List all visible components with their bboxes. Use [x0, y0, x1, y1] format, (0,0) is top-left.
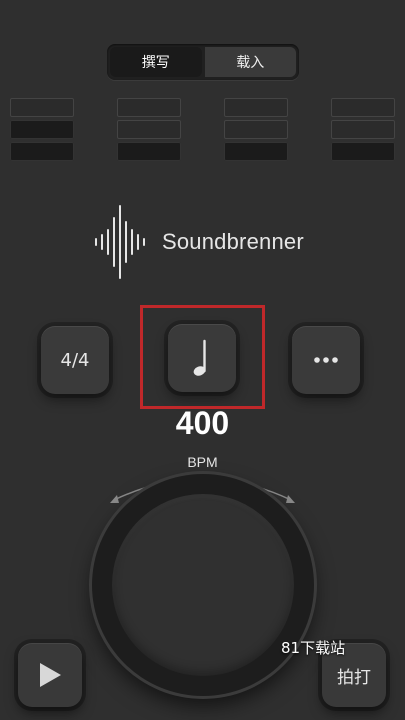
brand-name: Soundbrenner: [162, 229, 304, 254]
beat-cell[interactable]: [117, 142, 181, 161]
beat-cell[interactable]: [331, 142, 395, 161]
bpm-value: 400: [175, 405, 230, 441]
time-signature-button[interactable]: 4/4: [41, 326, 109, 394]
play-button[interactable]: [18, 643, 82, 707]
write-tab[interactable]: 撰写: [110, 47, 202, 77]
time-signature-label: 4/4: [60, 349, 90, 371]
tempo-dial-knob[interactable]: [112, 494, 294, 676]
watermark: 81下载站: [281, 639, 346, 657]
beat-cell[interactable]: [10, 120, 74, 139]
beat-cell[interactable]: [331, 120, 395, 139]
play-icon: [40, 663, 61, 687]
brand-logo: Soundbrenner: [94, 204, 304, 280]
beat-cell[interactable]: [224, 98, 288, 117]
more-options-button[interactable]: [292, 326, 360, 394]
beat-cell[interactable]: [117, 120, 181, 139]
load-tab[interactable]: 载入: [204, 47, 296, 77]
tap-label: 拍打: [337, 667, 371, 688]
tempo-dial[interactable]: [92, 474, 314, 696]
beat-cell[interactable]: [10, 142, 74, 161]
beat-cell[interactable]: [117, 98, 181, 117]
beat-cell[interactable]: [331, 98, 395, 117]
highlight-frame: [140, 305, 265, 409]
bpm-label: BPM: [187, 454, 218, 470]
soundwave-icon: [95, 205, 145, 279]
beat-column-1[interactable]: [10, 98, 74, 161]
beat-cell[interactable]: [224, 120, 288, 139]
beat-column-4[interactable]: [331, 98, 395, 161]
beat-cell[interactable]: [10, 98, 74, 117]
beat-column-3[interactable]: [224, 98, 288, 161]
beat-cell[interactable]: [224, 142, 288, 161]
mode-segmented-control: 撰写 载入: [107, 44, 299, 80]
beat-column-2[interactable]: [117, 98, 181, 161]
ellipsis-icon: [314, 357, 338, 363]
